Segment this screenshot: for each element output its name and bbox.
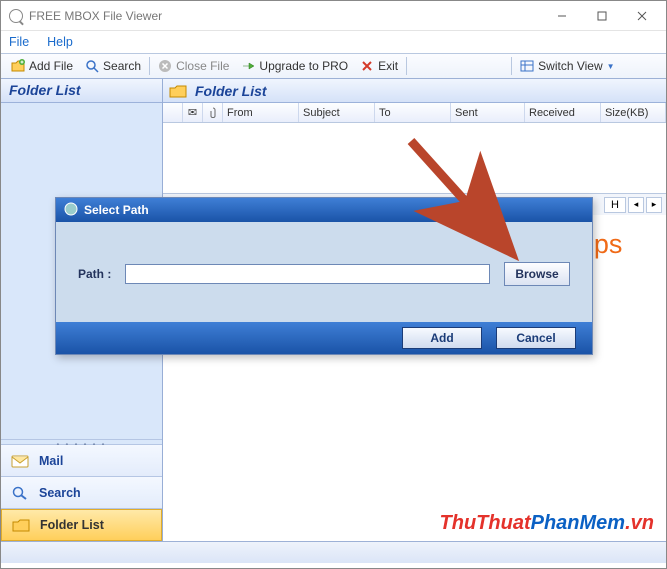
col-read[interactable]: ✉ [183, 103, 203, 122]
upgrade-icon [241, 59, 255, 73]
app-icon [9, 9, 23, 23]
dialog-title: Select Path [84, 203, 149, 217]
add-file-label: Add File [29, 59, 73, 73]
browse-button[interactable]: Browse [504, 262, 570, 286]
col-subject[interactable]: Subject [299, 103, 375, 122]
add-button[interactable]: Add [402, 327, 482, 349]
window-title: FREE MBOX File Viewer [29, 9, 162, 23]
dialog-icon [64, 202, 78, 219]
upgrade-button[interactable]: Upgrade to PRO [235, 57, 354, 75]
col-to[interactable]: To [375, 103, 451, 122]
folder-icon [169, 84, 187, 98]
switch-view-icon [520, 59, 534, 73]
col-size[interactable]: Size(KB) [601, 103, 666, 122]
search-icon [85, 59, 99, 73]
exit-icon [360, 59, 374, 73]
dialog-title-bar[interactable]: Select Path [56, 198, 592, 222]
status-bar [1, 541, 666, 563]
content-title: Folder List [195, 83, 267, 99]
upgrade-label: Upgrade to PRO [259, 59, 348, 73]
exit-label: Exit [378, 59, 398, 73]
menu-file[interactable]: File [9, 35, 29, 49]
close-file-button[interactable]: Close File [152, 57, 235, 75]
cancel-button[interactable]: Cancel [496, 327, 576, 349]
tab-scroll-left[interactable]: ◂ [628, 197, 644, 213]
grid-body[interactable] [163, 123, 666, 193]
mail-icon [11, 454, 29, 468]
col-received[interactable]: Received [525, 103, 601, 122]
menu-help[interactable]: Help [47, 35, 73, 49]
switch-view-button[interactable]: Switch View ▼ [514, 57, 620, 75]
exit-button[interactable]: Exit [354, 57, 404, 75]
nav-mail-label: Mail [39, 454, 63, 468]
search-label: Search [103, 59, 141, 73]
switch-view-label: Switch View [538, 59, 602, 73]
toolbar-separator [511, 57, 512, 75]
title-bar: FREE MBOX File Viewer [1, 1, 666, 31]
toolbar: Add File Search Close File Upgrade to PR… [1, 53, 666, 79]
col-from[interactable]: From [223, 103, 299, 122]
nav-search[interactable]: Search [1, 477, 162, 509]
toolbar-separator [149, 57, 150, 75]
grid-header: ✉ From Subject To Sent Received Size(KB) [163, 103, 666, 123]
nav-folder-list-label: Folder List [40, 518, 104, 532]
select-path-dialog: Select Path Path : Browse Add Cancel [55, 197, 593, 355]
path-input[interactable] [125, 264, 490, 284]
tab-label[interactable]: H [604, 197, 626, 213]
folder-icon [12, 518, 30, 532]
maximize-button[interactable] [582, 3, 622, 29]
menu-bar: File Help [1, 31, 666, 53]
path-label: Path : [78, 267, 111, 281]
nav-search-label: Search [39, 486, 81, 500]
search-icon [11, 486, 29, 500]
sidebar-title: Folder List [1, 79, 162, 103]
nav-folder-list[interactable]: Folder List [1, 509, 162, 541]
col-sent[interactable]: Sent [451, 103, 525, 122]
tab-scroll-right[interactable]: ▸ [646, 197, 662, 213]
chevron-down-icon: ▼ [607, 62, 615, 71]
add-file-icon [11, 59, 25, 73]
add-file-button[interactable]: Add File [5, 57, 79, 75]
col-flag[interactable] [163, 103, 183, 122]
nav-mail[interactable]: Mail [1, 445, 162, 477]
close-file-icon [158, 59, 172, 73]
close-file-label: Close File [176, 59, 229, 73]
close-button[interactable] [622, 3, 662, 29]
watermark: ThuThuatPhanMem.vn [440, 512, 654, 535]
minimize-button[interactable] [542, 3, 582, 29]
search-button[interactable]: Search [79, 57, 147, 75]
col-attach[interactable] [203, 103, 223, 122]
toolbar-separator [406, 57, 407, 75]
